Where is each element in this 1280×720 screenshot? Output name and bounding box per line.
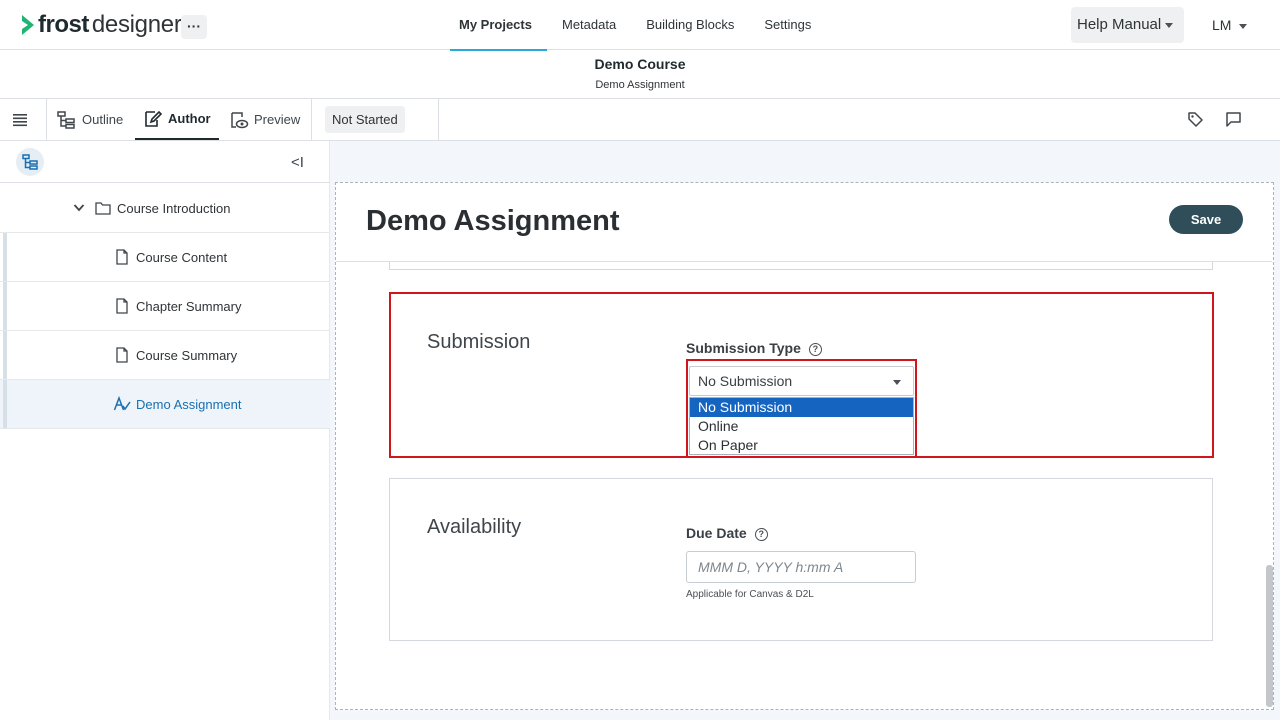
tab-author-label: Author [168, 111, 211, 126]
toolbar-divider [311, 99, 312, 140]
course-subtitle: Demo Assignment [595, 79, 685, 91]
due-date-input[interactable]: MMM D, YYYY h:mm A [686, 551, 916, 583]
tree-view-button[interactable] [16, 148, 44, 176]
help-manual-label: Help Manual [1077, 16, 1162, 33]
page-icon [116, 298, 128, 314]
tree-item-demo-assignment[interactable]: Demo Assignment [0, 380, 330, 429]
tree-item-label: Demo Assignment [136, 397, 242, 412]
main-nav: My Projects Metadata Building Blocks Set… [444, 0, 826, 51]
option-on-paper[interactable]: On Paper [690, 436, 913, 455]
tree-indent-bar [3, 233, 7, 281]
chevron-down-icon [893, 380, 901, 385]
toolbar-divider [438, 99, 439, 140]
submission-section-title: Submission [427, 331, 531, 353]
tag-icon [1188, 112, 1203, 127]
outline-sidebar: <I Course Introduction Course Content Ch… [0, 141, 330, 720]
sidebar-header: <I [0, 141, 330, 183]
user-menu[interactable]: LM [1212, 7, 1248, 43]
collapse-sidebar-button[interactable]: <I [291, 154, 304, 171]
folder-label: Course Introduction [117, 201, 231, 216]
due-date-label-text: Due Date [686, 525, 747, 541]
tab-author[interactable]: Author [135, 99, 219, 140]
user-initials: LM [1212, 17, 1232, 33]
option-online[interactable]: Online [690, 417, 913, 436]
chevron-down-icon [1239, 23, 1248, 29]
page-icon [116, 347, 128, 363]
tag-button[interactable] [1187, 99, 1207, 140]
course-title: Demo Course [594, 56, 686, 72]
preview-eye-icon [231, 111, 249, 128]
tab-outline[interactable]: Outline [56, 99, 134, 140]
previous-card-edge [389, 262, 1213, 270]
comments-button[interactable] [1225, 99, 1245, 140]
outline-tree-icon [57, 110, 75, 129]
logo-chevron-icon [22, 15, 34, 35]
chevron-down-icon [73, 204, 85, 212]
tab-preview-label: Preview [254, 112, 301, 127]
help-circle-icon[interactable]: ? [808, 343, 822, 356]
hamburger-icon [13, 113, 27, 126]
vertical-scrollbar[interactable] [1266, 565, 1273, 707]
toolbar-divider [46, 99, 47, 140]
submission-type-label: Submission Type? [686, 340, 822, 356]
tree-item-label: Chapter Summary [136, 299, 242, 314]
nav-building-blocks[interactable]: Building Blocks [631, 0, 749, 50]
tree-item-course-summary[interactable]: Course Summary [0, 331, 330, 380]
help-manual-dropdown[interactable]: Help Manual [1071, 7, 1184, 43]
tree-item-label: Course Summary [136, 348, 238, 363]
course-header: Demo Course Demo Assignment [0, 50, 1280, 99]
page-title: Demo Assignment [366, 205, 620, 237]
brand-name-designer: designer [91, 11, 182, 38]
author-edit-icon [145, 110, 163, 127]
editor-toolbar: Outline Author Preview [0, 99, 1280, 141]
brand-name-frost: frost [38, 11, 89, 38]
availability-section-title: Availability [427, 516, 522, 538]
help-circle-icon[interactable]: ? [754, 528, 768, 541]
folder-row[interactable]: Course Introduction [0, 184, 330, 233]
folder-icon [95, 202, 111, 215]
option-no-submission[interactable]: No Submission [690, 398, 913, 417]
select-value: No Submission [698, 373, 793, 389]
assignment-icon [113, 396, 131, 411]
tab-outline-label: Outline [82, 112, 124, 127]
tree-item-chapter-summary[interactable]: Chapter Summary [0, 282, 330, 331]
submission-type-dropdown: No Submission Online On Paper [689, 397, 914, 455]
tree-indent-bar [3, 282, 7, 330]
top-navigation-bar: frost designer ··· My Projects Metadata … [0, 0, 1280, 51]
tree-item-course-content[interactable]: Course Content [0, 233, 330, 282]
tab-preview[interactable]: Preview [229, 99, 311, 140]
status-badge[interactable]: Not Started [325, 106, 405, 133]
submission-type-label-text: Submission Type [686, 340, 801, 356]
page-icon [116, 249, 128, 265]
tree-indent-bar [3, 380, 7, 428]
nav-metadata[interactable]: Metadata [547, 0, 631, 50]
nav-my-projects[interactable]: My Projects [444, 0, 547, 51]
hamburger-menu-button[interactable] [12, 99, 46, 140]
frost-designer-logo[interactable]: frost designer [20, 11, 182, 39]
outline-tree-icon [22, 154, 38, 170]
tree-indent-bar [3, 331, 7, 379]
comment-icon [1226, 112, 1241, 127]
due-date-label: Due Date? [686, 525, 768, 541]
chevron-down-icon [1165, 22, 1174, 28]
save-button[interactable]: Save [1169, 205, 1243, 234]
due-date-hint: Applicable for Canvas & D2L [686, 589, 814, 600]
tree-item-label: Course Content [136, 250, 228, 265]
nav-settings[interactable]: Settings [749, 0, 826, 50]
submission-type-select[interactable]: No Submission [689, 366, 914, 396]
more-options-button[interactable]: ··· [181, 15, 207, 39]
